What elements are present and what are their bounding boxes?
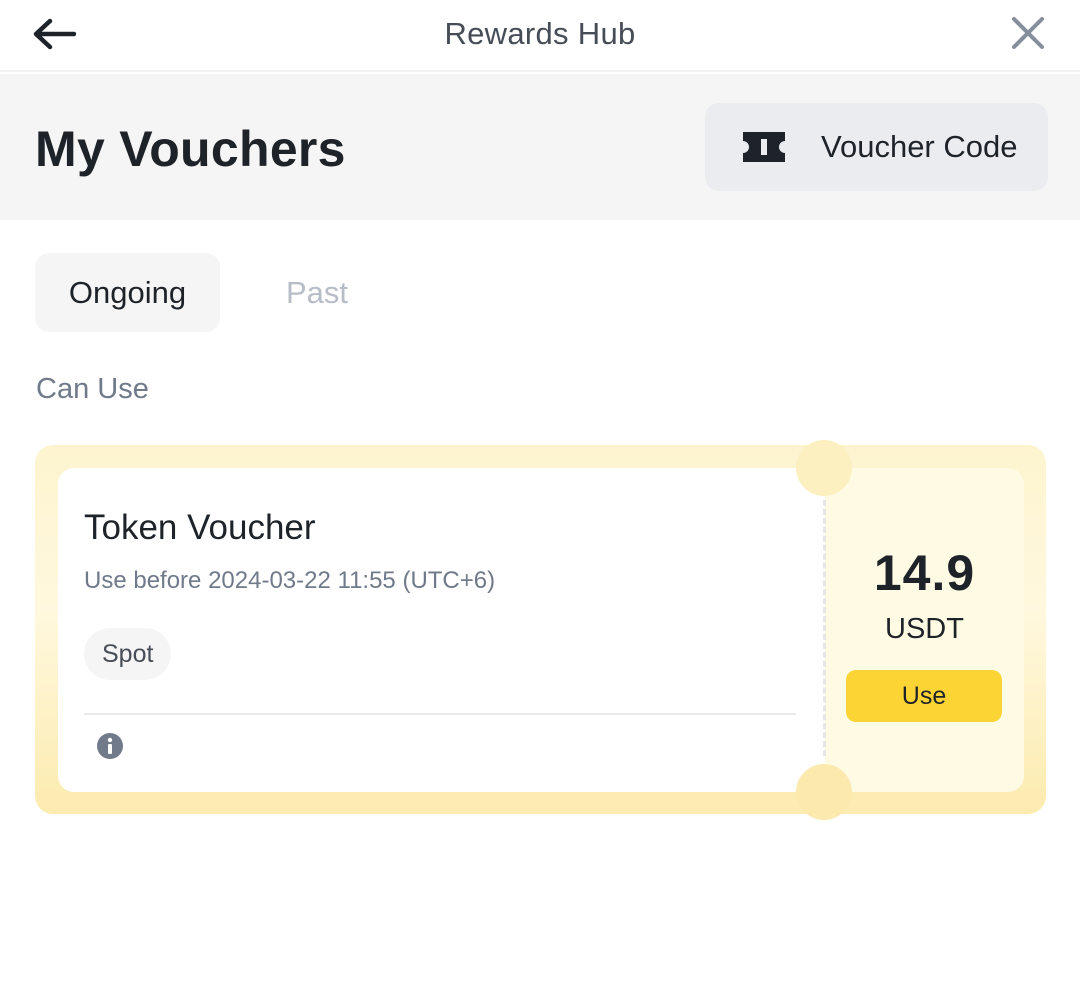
voucher-code-label: Voucher Code [821, 129, 1018, 164]
use-voucher-button[interactable]: Use [846, 670, 1002, 722]
voucher-code-button[interactable]: Voucher Code [705, 103, 1048, 191]
ticket-icon [743, 132, 785, 162]
close-icon [1012, 17, 1044, 49]
voucher-notch-bottom [796, 764, 852, 820]
voucher-title: Token Voucher [84, 508, 316, 547]
tab-ongoing[interactable]: Ongoing [35, 253, 220, 332]
top-bar: Rewards Hub [0, 0, 1080, 72]
page-title: My Vouchers [35, 121, 346, 177]
section-label-can-use: Can Use [36, 373, 149, 405]
info-icon[interactable] [96, 732, 124, 760]
voucher-tag-spot: Spot [84, 628, 172, 680]
voucher-amount: 14.9 [873, 545, 976, 601]
voucher-divider [84, 713, 796, 715]
vouchers-header: My Vouchers Voucher Code [0, 74, 1080, 220]
page-header-title: Rewards Hub [444, 16, 636, 51]
tab-past[interactable]: Past [255, 253, 379, 332]
close-button[interactable] [1004, 10, 1052, 56]
voucher-notch-top [796, 440, 852, 496]
voucher-currency: USDT [885, 613, 964, 645]
voucher-expiry: Use before 2024-03-22 11:55 (UTC+6) [84, 567, 496, 594]
